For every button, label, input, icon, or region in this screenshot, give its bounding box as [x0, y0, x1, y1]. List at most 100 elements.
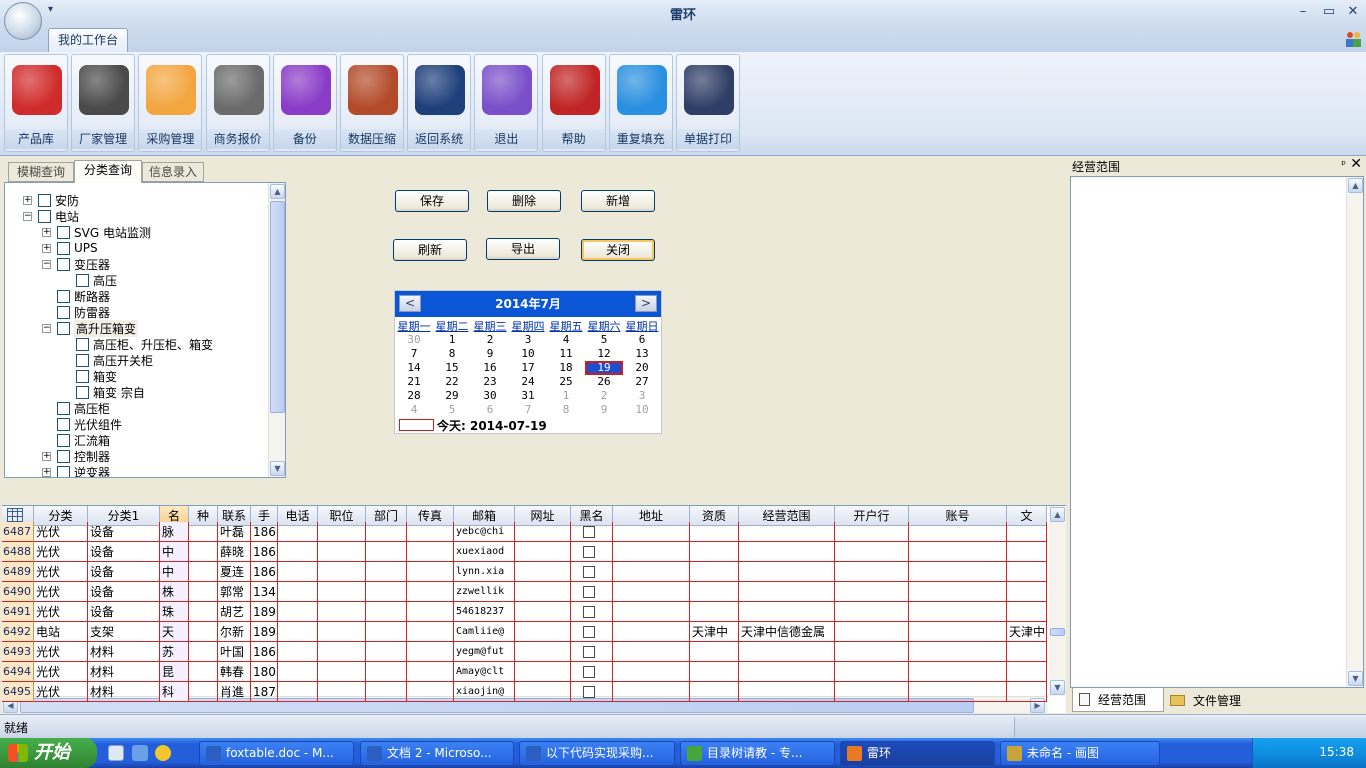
tree-checkbox[interactable] [57, 321, 70, 335]
table-cell[interactable] [571, 582, 613, 602]
table-cell[interactable]: 187 [251, 682, 278, 702]
table-cell[interactable]: 科 [160, 682, 189, 702]
table-cell[interactable] [835, 662, 909, 682]
table-cell[interactable] [690, 582, 739, 602]
business-scope-textarea[interactable]: ▲ ▼ [1070, 176, 1364, 688]
calendar-day[interactable]: 8 [433, 347, 471, 361]
table-cell[interactable]: 光伏 [34, 582, 88, 602]
taskbar-item[interactable]: 目录树请教 - 专... [680, 741, 835, 766]
start-button[interactable]: 开始 [0, 738, 97, 768]
tree-checkbox[interactable] [57, 305, 70, 319]
table-cell[interactable] [613, 542, 690, 562]
calendar-day[interactable]: 12 [585, 347, 623, 361]
table-cell[interactable] [515, 522, 571, 542]
expand-icon[interactable]: + [42, 227, 51, 237]
export-button[interactable]: 导出 [486, 238, 560, 260]
table-cell[interactable] [909, 602, 1007, 622]
table-cell[interactable] [407, 522, 454, 542]
table-cell[interactable] [1007, 662, 1047, 682]
calendar-day[interactable]: 9 [585, 403, 623, 417]
table-cell[interactable] [515, 662, 571, 682]
table-cell[interactable] [515, 582, 571, 602]
panel-close-icon[interactable]: ✕ [1350, 156, 1362, 172]
table-cell[interactable] [835, 582, 909, 602]
ribbon-button-2[interactable]: 采购管理 [138, 54, 203, 152]
table-cell[interactable] [909, 522, 1007, 542]
table-cell[interactable]: 186 [251, 562, 278, 582]
scroll-down-icon[interactable]: ▼ [1050, 680, 1065, 695]
blacklist-checkbox[interactable] [583, 586, 595, 598]
table-cell[interactable] [1007, 582, 1047, 602]
close-window-button[interactable]: ✕ [1342, 2, 1364, 22]
table-cell[interactable] [189, 642, 218, 662]
tree-scrollbar[interactable]: ▲ ▼ [268, 183, 285, 477]
calendar-day[interactable]: 20 [623, 361, 661, 375]
calendar-day[interactable]: 7 [509, 403, 547, 417]
table-cell[interactable]: 株 [160, 582, 189, 602]
table-cell[interactable]: 薛晓 [218, 542, 251, 562]
table-cell[interactable]: yebc@chi [454, 522, 515, 542]
table-cell[interactable] [366, 682, 407, 702]
table-cell[interactable] [366, 642, 407, 662]
calendar-day[interactable]: 25 [547, 375, 585, 389]
table-cell[interactable] [278, 662, 318, 682]
table-cell[interactable]: 设备 [88, 522, 160, 542]
table-row[interactable]: 6490 光伏 设备株 郭常 134 zzwellik [2, 582, 1048, 602]
tree-node[interactable]: 高压柜 [42, 400, 110, 416]
table-cell[interactable]: 134 [251, 582, 278, 602]
calendar-day[interactable]: 10 [509, 347, 547, 361]
calendar-day[interactable]: 9 [471, 347, 509, 361]
table-cell[interactable] [835, 682, 909, 702]
calendar-day[interactable]: 28 [395, 389, 433, 403]
table-cell[interactable] [613, 582, 690, 602]
tree-checkbox[interactable] [57, 401, 70, 415]
row-number[interactable]: 6489 [2, 562, 34, 582]
table-cell[interactable] [613, 522, 690, 542]
table-cell[interactable] [278, 542, 318, 562]
tree-node[interactable]: − 变压器 [42, 256, 110, 272]
table-cell[interactable]: 电站 [34, 622, 88, 642]
table-cell[interactable]: 脉 [160, 522, 189, 542]
table-cell[interactable] [407, 542, 454, 562]
table-cell[interactable] [835, 542, 909, 562]
table-cell[interactable] [407, 682, 454, 702]
tree-node[interactable]: + 控制器 [42, 448, 110, 464]
refresh-button[interactable]: 刷新 [393, 239, 467, 261]
row-number[interactable]: 6488 [2, 542, 34, 562]
table-cell[interactable] [407, 602, 454, 622]
calendar-day[interactable]: 29 [433, 389, 471, 403]
table-cell[interactable] [690, 602, 739, 622]
calendar-day[interactable]: 5 [433, 403, 471, 417]
ribbon-button-6[interactable]: 返回系统 [407, 54, 472, 152]
table-row[interactable]: 6493 光伏 材料苏 叶国 186 yegm@fut [2, 642, 1048, 662]
table-cell[interactable] [739, 682, 835, 702]
calendar-day[interactable]: 21 [395, 375, 433, 389]
calendar-day[interactable]: 18 [547, 361, 585, 375]
table-cell[interactable] [407, 662, 454, 682]
table-cell[interactable] [318, 542, 366, 562]
table-cell[interactable] [835, 642, 909, 662]
calendar-day[interactable]: 1 [547, 389, 585, 403]
table-cell[interactable] [189, 542, 218, 562]
panel-scrollbar[interactable]: ▲ ▼ [1346, 177, 1363, 687]
table-cell[interactable] [318, 582, 366, 602]
table-cell[interactable] [613, 622, 690, 642]
table-cell[interactable]: 光伏 [34, 642, 88, 662]
table-cell[interactable] [189, 682, 218, 702]
table-cell[interactable]: 材料 [88, 662, 160, 682]
table-cell[interactable] [571, 642, 613, 662]
table-cell[interactable] [571, 662, 613, 682]
table-cell[interactable]: 材料 [88, 682, 160, 702]
table-cell[interactable] [366, 562, 407, 582]
table-cell[interactable] [909, 682, 1007, 702]
table-cell[interactable]: 设备 [88, 602, 160, 622]
tree-checkbox[interactable] [76, 385, 89, 399]
table-cell[interactable] [909, 662, 1007, 682]
table-cell[interactable]: 苏 [160, 642, 189, 662]
category-tree[interactable]: ▲ ▼ + 安防 − 电站 + SVG 电站监测 + UPS − 变压器 高压 断路器 防雷器 − 高升压箱… [4, 182, 286, 478]
table-cell[interactable] [189, 622, 218, 642]
table-cell[interactable] [407, 582, 454, 602]
tree-checkbox[interactable] [76, 273, 89, 287]
table-cell[interactable] [189, 662, 218, 682]
table-cell[interactable] [613, 682, 690, 702]
